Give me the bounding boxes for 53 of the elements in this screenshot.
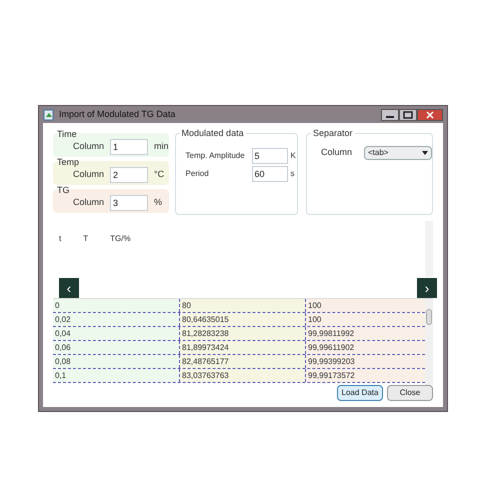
maximize-icon[interactable] (399, 108, 417, 120)
close-icon[interactable] (417, 108, 443, 120)
unit-label: s (290, 168, 295, 180)
field-label: Column (73, 140, 104, 154)
preview-text: TG/% (110, 233, 131, 245)
table-cell: 99,99811992 (305, 327, 425, 340)
group-title: TG (57, 185, 70, 195)
table-cell: 0,04 (53, 327, 179, 340)
table-cell: 0,08 (53, 355, 179, 368)
text-field[interactable]: 60 (252, 166, 288, 182)
table-cell: 0 (53, 299, 179, 312)
caret-icon (422, 151, 428, 155)
separator-dropdown[interactable]: <tab> (364, 146, 432, 160)
dialog-button[interactable]: Close (387, 385, 433, 401)
table-cell: 0,06 (53, 341, 179, 354)
preview-text: t (59, 233, 62, 245)
field-label: Temp. Amplitude (186, 150, 246, 162)
text-field[interactable]: 2 (110, 167, 148, 183)
preview-text: T (83, 233, 88, 245)
minimize-icon[interactable] (381, 108, 399, 120)
table-cell: 80 (179, 299, 305, 312)
table-cell: 0,02 (53, 313, 179, 326)
scrollbar[interactable] (425, 299, 433, 385)
app-icon (43, 108, 55, 120)
table-cell: 81,89973424 (179, 341, 305, 354)
table-cell: 80,64635015 (179, 313, 305, 326)
field-label: Column (320, 146, 352, 160)
unit-label: °C (154, 168, 164, 182)
table-cell: 99,99611902 (305, 341, 425, 354)
table-cell: 81,28283238 (179, 327, 305, 340)
unit-label: K (290, 150, 296, 162)
unit-label: min (154, 140, 169, 154)
text-field[interactable]: 1 (110, 139, 148, 155)
group-title: Time (57, 129, 77, 139)
table-cell: 0,1 (53, 369, 179, 382)
table-cell: 100 (305, 313, 425, 326)
text-field[interactable]: 5 (252, 148, 288, 164)
previous-button[interactable]: ‹ (59, 278, 79, 298)
table-cell: 99,99399203 (305, 355, 425, 368)
window-title: Import of Modulated TG Data (59, 108, 176, 121)
field-label: Period (186, 168, 210, 180)
table-cell: 82,48765177 (179, 355, 305, 368)
unit-label: % (154, 196, 162, 210)
dialog-button[interactable]: Load Data (337, 385, 383, 401)
table-cell: 100 (305, 299, 425, 312)
table-cell: 99,99173572 (305, 369, 425, 382)
group-title: Temp (57, 157, 80, 167)
table-cell: 83,03763763 (179, 369, 305, 382)
field-label: Column (73, 196, 104, 210)
text-field[interactable]: 3 (110, 195, 148, 211)
scrollbar[interactable] (425, 221, 433, 277)
next-button[interactable]: › (417, 278, 437, 298)
field-label: Column (73, 168, 104, 182)
